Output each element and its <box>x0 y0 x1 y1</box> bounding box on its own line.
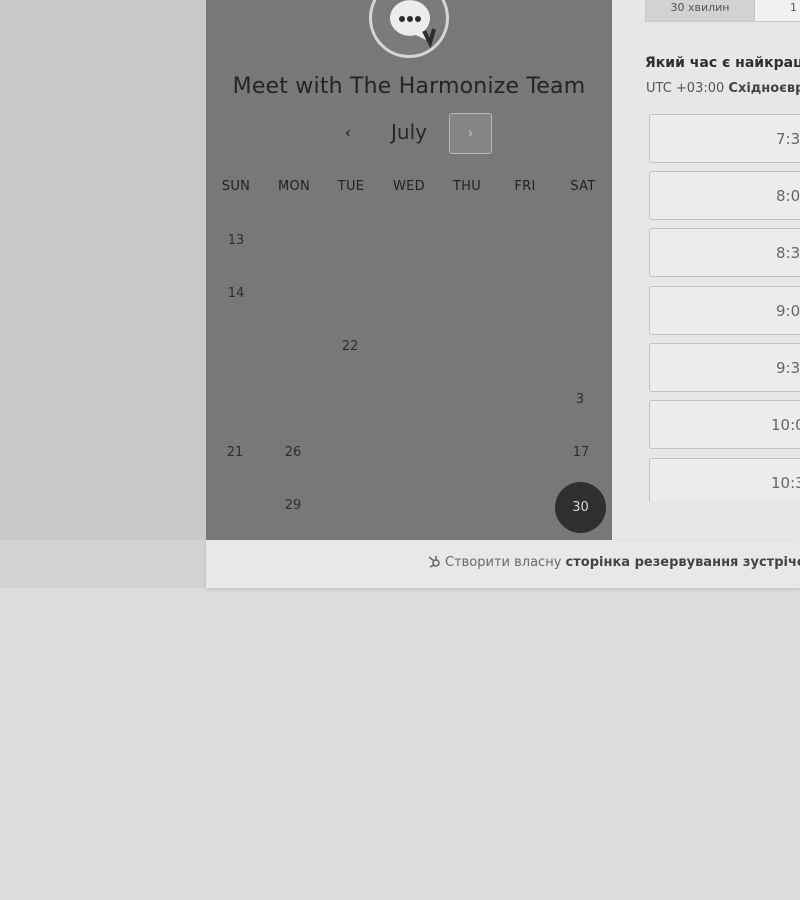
time-slot-button[interactable]: 9:3 <box>649 343 800 392</box>
weekday-header-thu: THU <box>452 179 482 194</box>
time-slot-button[interactable]: 10:0 <box>649 400 800 449</box>
hubspot-sprocket-icon <box>428 556 440 568</box>
calendar-day[interactable]: 22 <box>330 339 370 354</box>
weekday-header-sat: SAT <box>570 179 596 194</box>
duration-tab-30min[interactable]: 30 хвилин <box>646 0 755 21</box>
time-slot-button[interactable]: 7:3 <box>649 114 800 163</box>
calendar-day[interactable]: 14 <box>216 286 256 301</box>
calendar-day[interactable]: 17 <box>561 445 601 460</box>
weekday-header-mon: MON <box>277 179 311 194</box>
chat-bubble-ellipsis-icon <box>369 0 449 58</box>
calendar-day[interactable]: 13 <box>216 233 256 248</box>
weekday-header-sun: SUN <box>221 179 251 194</box>
timezone-offset: UTC +03:00 <box>646 81 725 96</box>
meeting-title: Meet with The Harmonize Team <box>232 74 586 99</box>
time-slot-label: 7:3 <box>776 130 800 148</box>
time-slot-button[interactable]: 9:0 <box>649 286 800 335</box>
footer-prefix: Створити власну <box>445 555 562 570</box>
calendar-day[interactable]: 3 <box>560 392 600 407</box>
calendar-day[interactable]: 21 <box>215 445 255 460</box>
time-slot-label: 9:0 <box>776 302 800 320</box>
duration-tab-1h[interactable]: 1 г <box>756 0 800 21</box>
time-slot-label: 10:3 <box>771 474 800 492</box>
time-slot-button[interactable]: 8:0 <box>649 171 800 220</box>
selected-calendar-day[interactable]: 30 <box>555 482 606 533</box>
weekday-header-fri: FRI <box>514 179 536 194</box>
time-slot-label: 9:3 <box>776 359 800 377</box>
time-slot-label: 8:0 <box>776 187 800 205</box>
weekday-header-wed: WED <box>393 179 425 194</box>
time-slot-button[interactable]: 10:3 <box>649 458 800 501</box>
timezone-name: Східноєвр <box>728 81 800 96</box>
previous-month-button[interactable]: ‹ <box>330 116 366 152</box>
calendar-day[interactable]: 26 <box>273 445 313 460</box>
duration-tabs: 30 хвилин 1 г <box>645 0 800 22</box>
time-question-heading: Який час є найкращ <box>645 55 800 71</box>
time-slot-label: 10:0 <box>771 416 800 434</box>
time-slot-button[interactable]: 8:3 <box>649 228 800 277</box>
time-slot-label: 8:3 <box>776 244 800 262</box>
time-slot-list: 7:3 8:0 8:3 9:0 9:3 10:0 10:3 <box>649 114 800 501</box>
footer-link[interactable]: сторінка резервування зустрічей <box>566 555 800 570</box>
next-month-button[interactable]: › <box>449 113 492 154</box>
weekday-header-tue: TUE <box>337 179 365 194</box>
timezone-selector[interactable]: UTC +03:00 Східноєвр <box>646 81 800 96</box>
create-booking-page-link[interactable]: Створити власну сторінка резервування зу… <box>427 554 800 570</box>
calendar-day[interactable]: 29 <box>273 498 313 513</box>
month-label: July <box>391 120 427 144</box>
